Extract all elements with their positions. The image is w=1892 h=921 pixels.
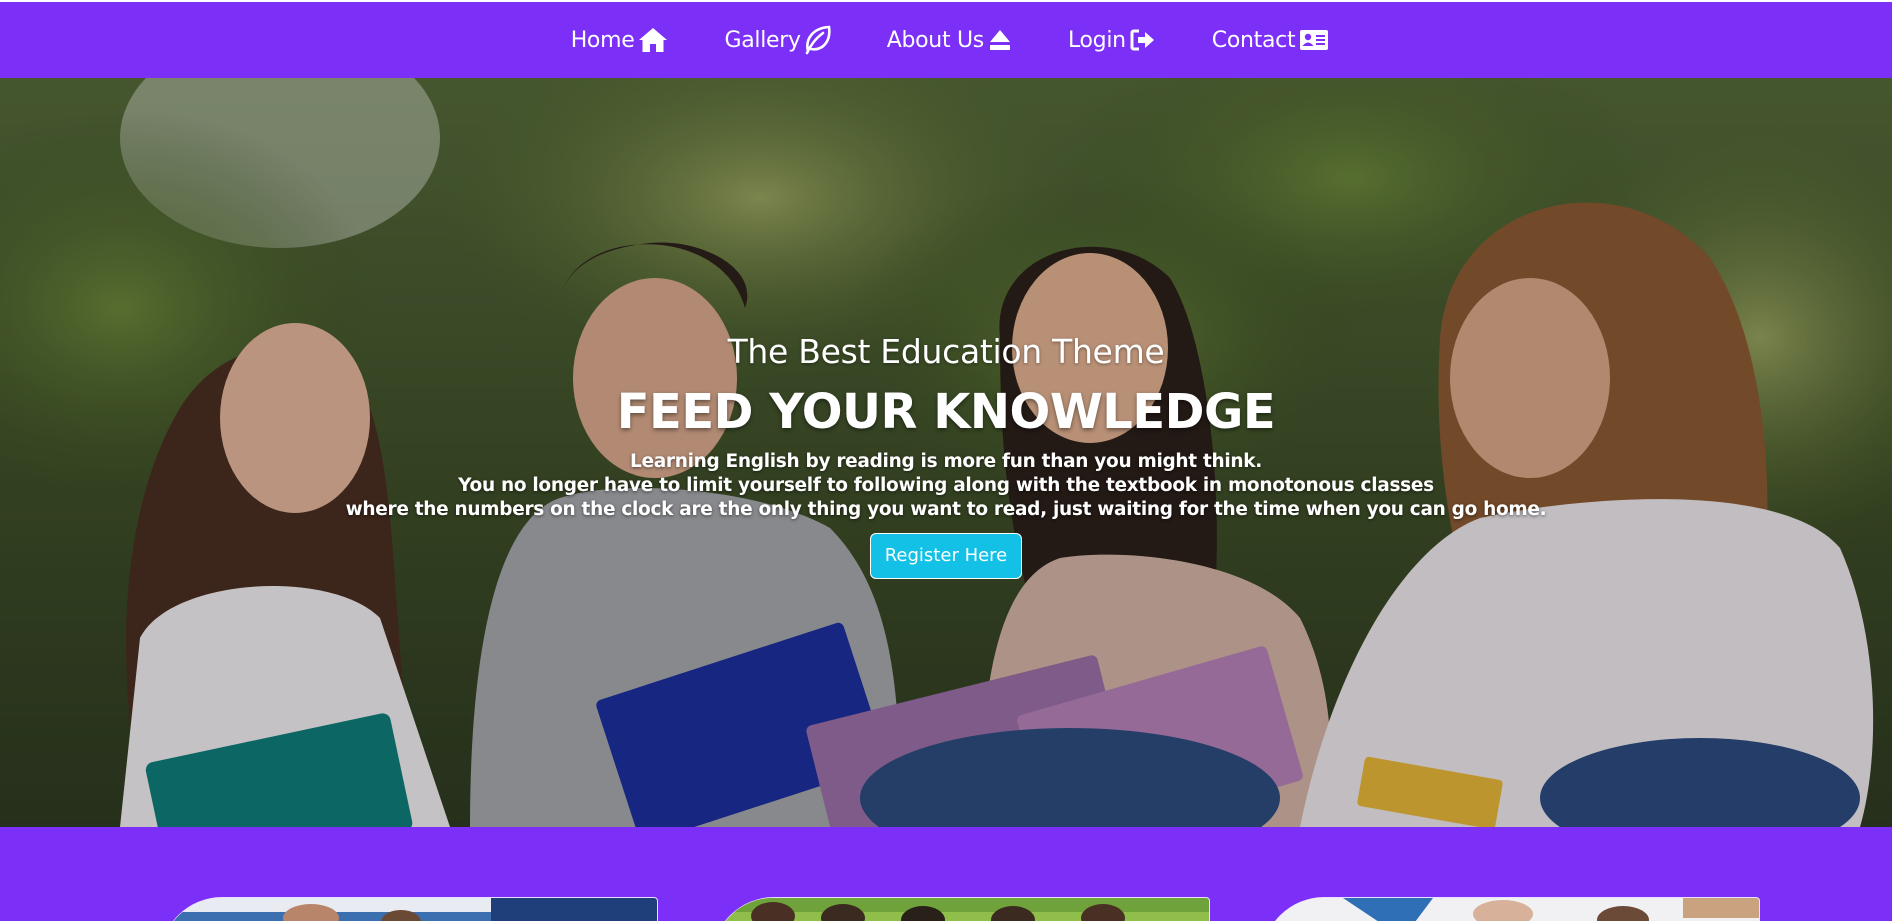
cards-section [0, 827, 1892, 921]
nav-item-label: About Us [886, 27, 985, 53]
nav-item-label: Login [1067, 27, 1126, 53]
address-card-icon [1299, 29, 1329, 51]
nav-item-contact[interactable]: Contact [1212, 28, 1330, 53]
hero-subtitle: The Best Education Theme [727, 332, 1165, 371]
nav-item-about-us[interactable]: About Us [887, 28, 1012, 53]
card-photo [161, 898, 657, 921]
nav-list: Home Gallery About Us Login Contact [571, 25, 1330, 55]
card-image[interactable] [160, 897, 658, 921]
hero-section: The Best Education Theme FEED YOUR KNOWL… [0, 78, 1892, 827]
nav-item-label: Home [570, 27, 635, 53]
sign-in-icon [1130, 28, 1156, 52]
hero-description-line: where the numbers on the clock are the o… [345, 499, 1547, 520]
card-image[interactable] [1262, 897, 1760, 921]
hero-description-line: You no longer have to limit yourself to … [458, 475, 1434, 496]
nav-item-login[interactable]: Login [1068, 28, 1156, 53]
nav-item-label: Gallery [724, 27, 801, 53]
card-photo [1263, 898, 1759, 921]
nav-item-label: Contact [1211, 27, 1296, 53]
card-image[interactable] [712, 897, 1210, 921]
hero-description-line: Learning English by reading is more fun … [629, 451, 1263, 472]
eject-icon [988, 29, 1012, 51]
register-button[interactable]: Register Here [869, 533, 1023, 579]
home-icon [638, 27, 668, 53]
leaf-icon [805, 25, 831, 55]
nav-item-gallery[interactable]: Gallery [724, 25, 831, 55]
card-photo [713, 898, 1209, 921]
hero-title: FEED YOUR KNOWLEDGE [616, 384, 1276, 440]
navbar: Home Gallery About Us Login Contact [0, 0, 1892, 78]
hero-description: Learning English by reading is more fun … [0, 450, 1892, 522]
hero-content: The Best Education Theme FEED YOUR KNOWL… [0, 328, 1892, 579]
nav-item-home[interactable]: Home [571, 27, 669, 53]
